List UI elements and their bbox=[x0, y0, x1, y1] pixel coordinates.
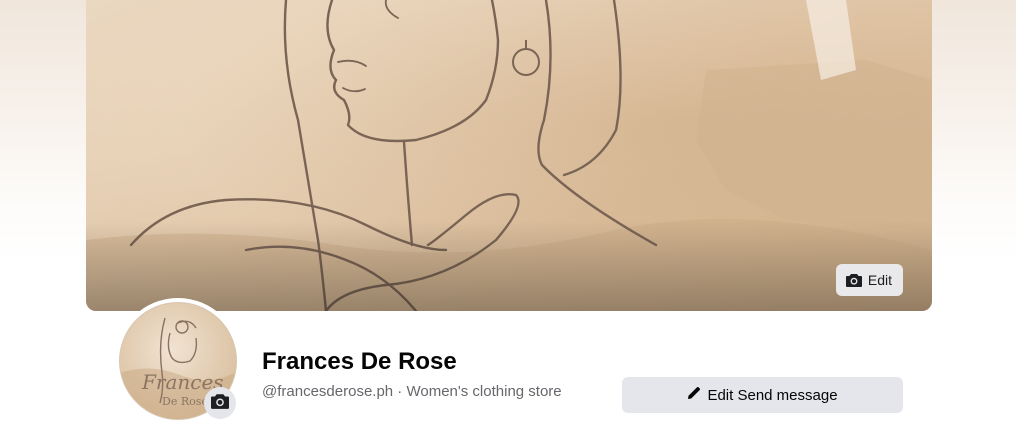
edit-send-message-button[interactable]: Edit Send message bbox=[622, 377, 903, 413]
page-category[interactable]: Women's clothing store bbox=[406, 383, 561, 400]
camera-icon bbox=[845, 273, 862, 287]
edit-cover-label: Edit bbox=[867, 272, 892, 288]
page-subtitle: @francesderose.ph · Women's clothing sto… bbox=[262, 383, 562, 400]
page-title: Frances De Rose bbox=[262, 348, 457, 375]
page-handle: @francesderose.ph bbox=[262, 383, 394, 400]
logo-text-derose: De Rose bbox=[162, 395, 208, 408]
edit-send-message-label: Edit Send message bbox=[707, 386, 838, 404]
edit-profile-picture-button[interactable] bbox=[204, 387, 236, 419]
subtitle-separator: · bbox=[393, 383, 407, 400]
pencil-icon bbox=[687, 386, 701, 404]
cover-photo: Edit bbox=[86, 0, 932, 311]
cover-shadow bbox=[86, 221, 932, 311]
camera-icon bbox=[211, 393, 229, 414]
edit-cover-button[interactable]: Edit bbox=[835, 264, 903, 296]
